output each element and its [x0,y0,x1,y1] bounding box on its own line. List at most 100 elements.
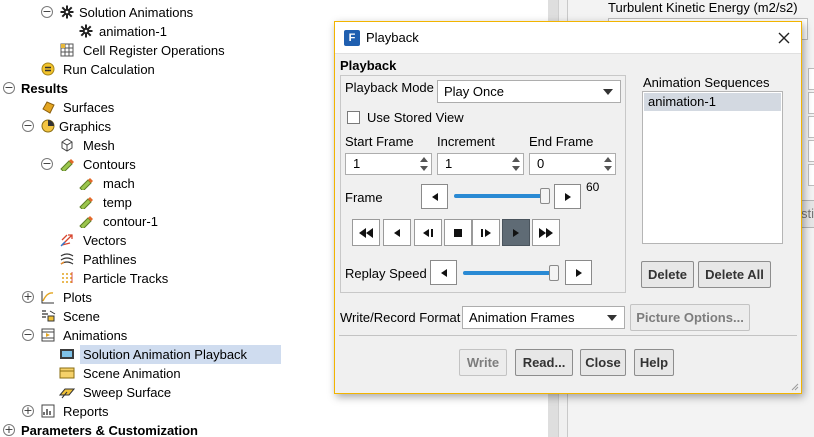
skip-to-end-button[interactable] [532,219,560,246]
scene-icon [40,308,56,324]
collapse-icon[interactable]: − [41,158,53,170]
tree-item[interactable]: − Graphics [0,117,300,136]
list-item[interactable]: animation-1 [644,93,781,111]
tree-item[interactable]: − Contours [0,155,300,174]
grid-icon [59,42,75,58]
start-frame-input[interactable]: 1 [345,153,432,175]
collapse-icon[interactable]: − [22,329,34,341]
spin-down-icon[interactable] [604,166,612,171]
background-button[interactable]: sti [800,200,814,228]
bg-field[interactable] [808,68,814,90]
expand-icon[interactable]: + [22,291,34,303]
tree-item[interactable]: Pathlines [0,250,300,269]
spin-down-icon[interactable] [512,166,520,171]
tree-item[interactable]: Scene [0,307,300,326]
graphics-icon [40,118,56,134]
picture-options-button[interactable]: Picture Options... [630,304,750,331]
step-back-button[interactable] [414,219,442,246]
end-frame-input[interactable]: 0 [529,153,616,175]
tree-item[interactable]: Surfaces [0,98,300,117]
tree-item[interactable]: animation-1 [0,22,300,41]
fluent-app-icon: F [344,30,360,46]
stop-button[interactable] [444,219,472,246]
spin-up-icon[interactable] [512,157,520,162]
close-button[interactable]: Close [580,349,626,376]
tree-item-label: Pathlines [83,252,137,267]
bg-field[interactable] [808,140,814,162]
tree-item[interactable]: Sweep Surface [0,383,300,402]
skip-to-start-button[interactable] [352,219,380,246]
tree-item[interactable]: + Plots [0,288,300,307]
use-stored-view-checkbox[interactable] [347,111,360,124]
close-icon[interactable] [771,26,797,50]
tree-item[interactable]: + Parameters & Customization [0,421,300,437]
help-button[interactable]: Help [634,349,674,376]
reports-icon [40,403,56,419]
chevron-down-icon [607,315,617,321]
tree-item[interactable]: Scene Animation [0,364,300,383]
collapse-icon[interactable]: − [41,6,53,18]
tree-item[interactable]: Run Calculation [0,60,300,79]
spin-up-icon[interactable] [420,157,428,162]
read-button[interactable]: Read... [515,349,573,376]
play-button[interactable] [502,219,530,246]
write-format-value: Animation Frames [469,310,575,325]
tree-item[interactable]: mach [0,174,300,193]
increment-input[interactable]: 1 [437,153,524,175]
start-frame-value: 1 [353,156,361,171]
write-button[interactable]: Write [459,349,507,376]
frame-slider[interactable] [454,194,550,198]
tree-item[interactable]: − Results [0,79,300,98]
contour-icon [78,175,94,191]
title-bar[interactable]: F Playback [335,22,801,54]
playback-dialog: F Playback Playback Playback Mode Play O… [334,21,802,394]
playback-mode-dropdown[interactable]: Play Once [437,80,621,103]
tree-item[interactable]: temp [0,193,300,212]
tree-item[interactable]: Mesh [0,136,300,155]
animations-icon [40,327,56,343]
replay-speed-slider[interactable] [463,271,559,275]
frame-slider-thumb[interactable] [540,188,550,204]
tree-item-label: Animations [63,328,128,343]
bg-field[interactable] [808,116,814,138]
tree-item[interactable]: Particle Tracks [0,269,300,288]
bg-field[interactable] [808,164,814,186]
particle-tracks-icon [59,270,75,286]
animation-sequences-label: Animation Sequences [643,75,770,90]
bg-field[interactable] [808,92,814,114]
spin-up-icon[interactable] [604,157,612,162]
tree-item[interactable]: Solution Animation Playback [0,345,300,364]
frame-decrement-button[interactable] [421,184,448,209]
delete-button[interactable]: Delete [641,261,694,288]
tree-item[interactable]: Cell Register Operations [0,41,300,60]
tree-item[interactable]: Vectors [0,231,300,250]
tree-item-label: Vectors [83,233,127,248]
speed-increment-button[interactable] [565,260,592,285]
resize-grip-icon[interactable] [789,381,799,391]
write-format-dropdown[interactable]: Animation Frames [462,306,625,329]
tree-item-label: Solution Animation Playback [80,345,281,364]
arrow-right-icon [564,192,571,201]
sweep-surface-icon [59,384,75,400]
tree-item-label: Plots [63,290,92,305]
frame-increment-button[interactable] [554,184,581,209]
replay-speed-slider-thumb[interactable] [549,265,559,281]
collapse-icon[interactable]: − [22,120,34,132]
tree-item[interactable]: − Solution Animations [0,3,300,22]
end-frame-value: 0 [537,156,545,171]
expand-icon[interactable]: + [3,424,15,436]
play-reverse-icon [394,228,400,237]
tree-item[interactable]: + Reports [0,402,300,421]
tree-item[interactable]: − Animations [0,326,300,345]
speed-decrement-button[interactable] [430,260,457,285]
collapse-icon[interactable]: − [3,82,15,94]
delete-all-button[interactable]: Delete All [698,261,771,288]
animation-sequences-list[interactable]: animation-1 [642,91,783,244]
spin-down-icon[interactable] [420,166,428,171]
contour-icon [59,156,75,172]
tree-item-label: Solution Animations [79,5,194,20]
tree-item[interactable]: contour-1 [0,212,300,231]
expand-icon[interactable]: + [22,405,34,417]
play-reverse-button[interactable] [383,219,411,246]
step-forward-button[interactable] [472,219,500,246]
